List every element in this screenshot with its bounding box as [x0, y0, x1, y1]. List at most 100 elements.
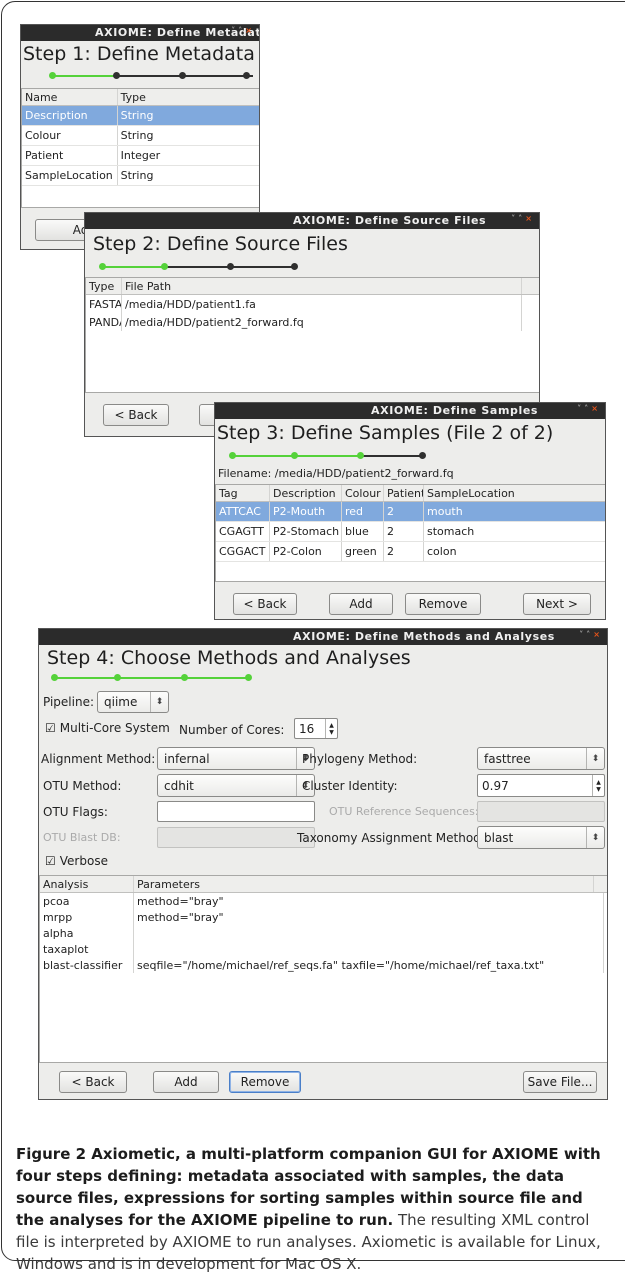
column-header-colour[interactable]: Colour	[342, 485, 384, 501]
cell-parameters	[134, 941, 604, 957]
cores-spinbox[interactable]: 16 ▲ ▼	[294, 718, 338, 739]
progress-dot	[291, 263, 298, 270]
window-controls[interactable]: ˅˄×	[511, 214, 535, 223]
table-row[interactable]: SampleLocation String	[22, 166, 259, 186]
cell-patient: 2	[384, 542, 424, 561]
add-button[interactable]: Add	[329, 593, 393, 615]
close-icon[interactable]: ×	[245, 26, 255, 35]
table-row[interactable]: alpha	[40, 925, 607, 941]
progress-dot	[357, 452, 364, 459]
multicore-label: Multi-Core System	[59, 721, 170, 735]
updown-arrow-icon: ⬍	[586, 827, 604, 848]
otu-method-select[interactable]: cdhit ⬍	[157, 774, 315, 797]
cell-type: String	[120, 129, 154, 142]
column-header-type[interactable]: Type	[86, 278, 122, 294]
progress-dot	[291, 452, 298, 459]
updown-arrow-icon: ⬍	[586, 748, 604, 769]
table-row[interactable]: taxaplot	[40, 941, 607, 957]
column-header-samplelocation[interactable]: SampleLocation	[424, 485, 604, 501]
titlebar[interactable]: AXIOME: Define Methods and Analyses ˅˄×	[39, 629, 607, 645]
multicore-checkbox[interactable]: ☑ Multi-Core System	[45, 721, 170, 735]
cell-type: String	[120, 109, 154, 122]
progress-dot	[181, 674, 188, 681]
figure-caption: Figure 2 Axiometic, a multi-platform com…	[16, 1143, 612, 1275]
titlebar[interactable]: AXIOME: Define Metadata ˅˄×	[21, 25, 259, 41]
analyses-table[interactable]: Analysis Parameters pcoa method="bray" mr…	[39, 875, 607, 1063]
metadata-table[interactable]: Name Type Description String Colour String…	[21, 88, 259, 208]
pipeline-label: Pipeline:	[43, 695, 95, 709]
table-row[interactable]: Patient Integer	[22, 146, 259, 166]
column-header-parameters[interactable]: Parameters	[134, 876, 594, 892]
cell-parameters: method="bray"	[134, 909, 604, 925]
table-row[interactable]: CGAGTT P2-Stomach blue 2 stomach	[216, 522, 605, 542]
otu-blast-input[interactable]	[157, 827, 315, 848]
table-header: Tag Description Colour Patient SampleLoc…	[216, 485, 605, 502]
spin-arrows-icon[interactable]: ▲ ▼	[592, 775, 604, 796]
alignment-select[interactable]: infernal ⬍	[157, 747, 315, 770]
table-row[interactable]: FASTA/media/HDD/patient1.fa	[86, 295, 539, 313]
phylogeny-select[interactable]: fasttree ⬍	[477, 747, 605, 770]
cell-file-path: /media/HDD/patient2_forward.fq	[122, 313, 522, 331]
table-row[interactable]: Colour String	[22, 126, 259, 146]
source-files-table[interactable]: Type File Path FASTA/media/HDD/patient1.…	[85, 277, 539, 393]
column-header-analysis[interactable]: Analysis	[40, 876, 134, 892]
table-row[interactable]: ATTCAC P2-Mouth red 2 mouth	[216, 502, 605, 522]
titlebar[interactable]: AXIOME: Define Samples ˅˄×	[215, 403, 605, 419]
back-button[interactable]: < Back	[59, 1071, 127, 1093]
alignment-label: Alignment Method:	[41, 752, 156, 766]
table-row[interactable]: Description String	[22, 106, 259, 126]
table-row[interactable]: PANDA/media/HDD/patient2_forward.fq	[86, 313, 539, 331]
back-button[interactable]: < Back	[103, 404, 169, 426]
column-header-file-path[interactable]: File Path	[122, 278, 522, 294]
column-header-description[interactable]: Description	[270, 485, 342, 501]
cell-samplelocation: stomach	[427, 525, 475, 538]
cell-colour: blue	[342, 522, 384, 541]
cell-patient: 2	[384, 522, 424, 541]
cell-colour: green	[342, 542, 384, 561]
cluster-identity-spinbox[interactable]: 0.97 ▲ ▼	[477, 774, 605, 797]
titlebar[interactable]: AXIOME: Define Source Files ˅˄×	[85, 213, 539, 229]
cell-samplelocation: mouth	[427, 505, 463, 518]
window-controls[interactable]: ˅˄×	[579, 630, 603, 639]
window-define-methods: AXIOME: Define Methods and Analyses ˅˄× …	[38, 628, 608, 1100]
window-controls[interactable]: ˅˄×	[577, 404, 601, 413]
cell-description: P2-Stomach	[270, 522, 342, 541]
cell-analysis: alpha	[40, 925, 134, 941]
taxonomy-select[interactable]: blast ⬍	[477, 826, 605, 849]
progress-dot	[229, 452, 236, 459]
otu-flags-input[interactable]	[157, 801, 315, 822]
close-icon[interactable]: ×	[593, 630, 603, 639]
samples-table[interactable]: Tag Description Colour Patient SampleLoc…	[215, 484, 605, 582]
close-icon[interactable]: ×	[591, 404, 601, 413]
progress-dot	[161, 263, 168, 270]
cell-samplelocation: colon	[427, 545, 457, 558]
save-file-button[interactable]: Save File...	[523, 1071, 597, 1093]
progress-dot	[49, 72, 56, 79]
column-header-name[interactable]: Name	[22, 89, 118, 105]
back-button[interactable]: < Back	[233, 593, 297, 615]
table-row[interactable]: blast-classifier seqfile="/home/michael/r…	[40, 957, 607, 973]
remove-button[interactable]: Remove	[229, 1071, 301, 1093]
window-title: AXIOME: Define Methods and Analyses	[293, 630, 555, 643]
otu-reference-input[interactable]	[477, 801, 605, 822]
pipeline-select[interactable]: qiime ⬍	[97, 691, 169, 713]
step-title: Step 4: Choose Methods and Analyses	[47, 647, 411, 669]
checked-box-icon: ☑	[45, 854, 56, 868]
add-button[interactable]: Add	[153, 1071, 219, 1093]
remove-button[interactable]: Remove	[405, 593, 481, 615]
window-controls[interactable]: ˅˄×	[231, 26, 255, 35]
column-header-tag[interactable]: Tag	[216, 485, 270, 501]
column-header-patient[interactable]: Patient	[384, 485, 424, 501]
progress-indicator	[229, 452, 429, 460]
column-header-type[interactable]: Type	[118, 89, 259, 105]
table-row[interactable]: CGGACT P2-Colon green 2 colon	[216, 542, 605, 562]
next-button[interactable]: Next >	[523, 593, 591, 615]
close-icon[interactable]: ×	[525, 214, 535, 223]
table-row[interactable]: mrpp method="bray"	[40, 909, 607, 925]
verbose-checkbox[interactable]: ☑ Verbose	[45, 854, 108, 868]
step-title: Step 2: Define Source Files	[93, 233, 348, 255]
table-row[interactable]: pcoa method="bray"	[40, 893, 607, 909]
table-header: Analysis Parameters	[40, 876, 607, 893]
spin-arrows-icon[interactable]: ▲ ▼	[325, 719, 337, 738]
cell-analysis: taxaplot	[40, 941, 134, 957]
